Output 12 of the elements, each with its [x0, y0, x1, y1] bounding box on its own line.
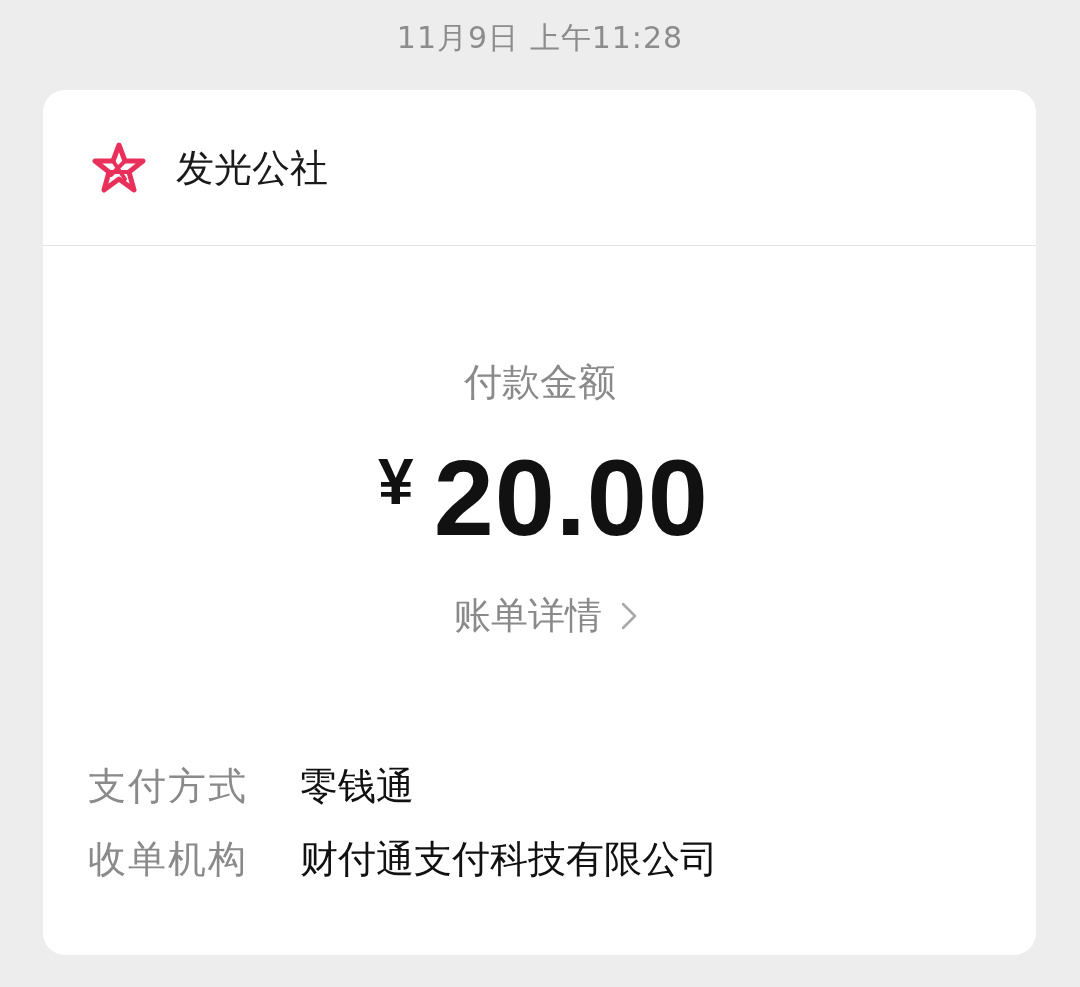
- info-label: 收单机构: [88, 836, 249, 883]
- payment-amount: 20.00: [433, 444, 709, 552]
- star-logo-icon: [92, 141, 146, 194]
- info-value: 零钱通: [300, 763, 414, 810]
- message-timestamp: 11月9日 上午11:28: [396, 19, 684, 57]
- info-label: 支付方式: [88, 763, 249, 810]
- merchant-name: 发光公社: [176, 144, 328, 192]
- currency-symbol: ¥: [378, 450, 414, 514]
- amount-label: 付款金额: [463, 359, 616, 406]
- bill-details-link[interactable]: 账单详情: [453, 592, 638, 640]
- info-value: 财付通支付科技有限公司: [300, 836, 718, 883]
- chevron-right-icon: [619, 601, 638, 631]
